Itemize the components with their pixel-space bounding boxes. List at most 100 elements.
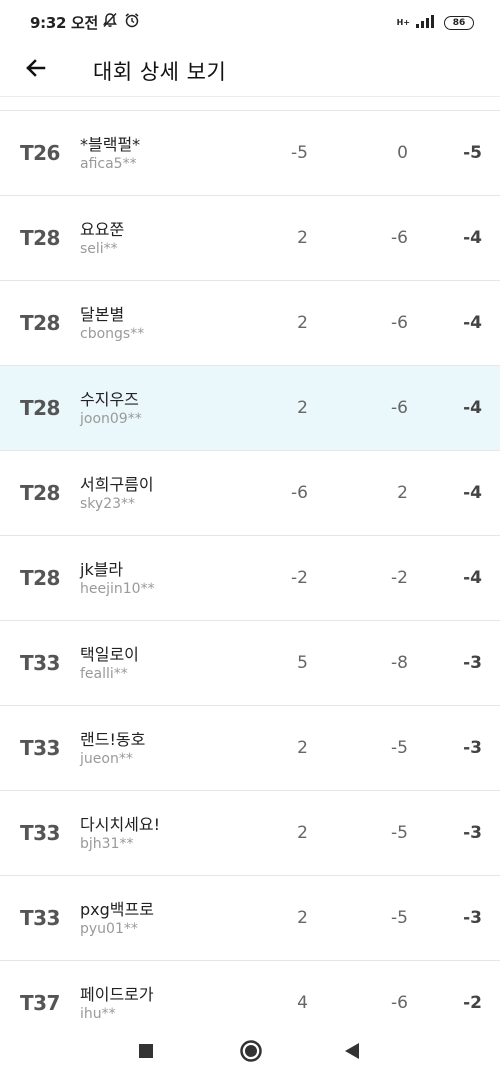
round1-score: 5 — [297, 653, 308, 673]
round1-score: 2 — [297, 738, 308, 758]
table-row[interactable]: T37 페이드로가 ihu** 4 -6 -2 — [0, 961, 500, 1023]
round2-score: 2 — [397, 483, 408, 503]
round2-score: -6 — [391, 993, 408, 1013]
round2-score: 0 — [397, 143, 408, 163]
table-row[interactable]: T28 달본별 cbongs** 2 -6 -4 — [0, 281, 500, 366]
status-right: H+ 86 — [397, 13, 474, 32]
user-id: fealli** — [80, 666, 128, 682]
triangle-back-icon — [343, 1042, 361, 1064]
total-score: -4 — [463, 228, 482, 248]
rank-label: T26 — [20, 141, 60, 165]
total-score: -5 — [463, 143, 482, 163]
nickname: 서희구름이 — [80, 475, 154, 494]
app-bar: 대회 상세 보기 — [0, 44, 500, 96]
round1-score: 2 — [297, 398, 308, 418]
round1-score: 2 — [297, 908, 308, 928]
round2-score: -2 — [391, 568, 408, 588]
leaderboard-rows: T26 *블랙펄* afica5** -5 0 -5 T28 요요쭌 seli** 2 -6 -4 T2… — [0, 111, 500, 1023]
total-score: -3 — [463, 653, 482, 673]
status-time: 9:32 오전 — [30, 14, 99, 32]
round1-score: 2 — [297, 313, 308, 333]
user-id: afica5** — [80, 156, 137, 172]
user-id: pyu01** — [80, 921, 138, 937]
rank-label: T28 — [20, 311, 60, 335]
round1-score: -2 — [291, 568, 308, 588]
table-row-highlighted[interactable]: T28 수지우즈 joon09** 2 -6 -4 — [0, 366, 500, 451]
table-row[interactable]: T28 jk블라 heejin10** -2 -2 -4 — [0, 536, 500, 621]
square-icon — [138, 1043, 154, 1063]
user-id: heejin10** — [80, 581, 155, 597]
leaderboard-list[interactable]: T26 *블랙펄* afica5** -5 0 -5 T28 요요쭌 seli** 2 -6 -4 T2… — [0, 96, 500, 1023]
total-score: -4 — [463, 568, 482, 588]
table-row[interactable]: T33 랜드!동호 jueon** 2 -5 -3 — [0, 706, 500, 791]
round2-score: -5 — [391, 908, 408, 928]
system-nav-bar — [0, 1023, 500, 1083]
nickname: 요요쭌 — [80, 220, 125, 239]
total-score: -3 — [463, 738, 482, 758]
status-bar: 9:32 오전 H+ 86 — [0, 0, 500, 44]
round2-score: -6 — [391, 228, 408, 248]
round2-score: -6 — [391, 313, 408, 333]
user-id: joon09** — [80, 411, 142, 427]
rank-label: T33 — [20, 821, 60, 845]
network-type: H+ — [396, 17, 410, 27]
round1-score: 2 — [297, 823, 308, 843]
nickname: 택일로이 — [80, 645, 139, 664]
home-button[interactable] — [239, 1039, 263, 1067]
rank-label: T33 — [20, 906, 60, 930]
nickname: *블랙펄* — [80, 135, 141, 154]
table-row[interactable]: T33 택일로이 fealli** 5 -8 -3 — [0, 621, 500, 706]
round1-score: -5 — [291, 143, 308, 163]
round2-score: -5 — [391, 823, 408, 843]
nickname: 달본별 — [80, 305, 125, 324]
round2-score: -6 — [391, 398, 408, 418]
total-score: -3 — [463, 823, 482, 843]
table-row[interactable]: T26 *블랙펄* afica5** -5 0 -5 — [0, 111, 500, 196]
nickname: 랜드!동호 — [80, 730, 146, 749]
alarm-clock-icon — [124, 12, 140, 32]
round1-score: 4 — [297, 993, 308, 1013]
nickname: 페이드로가 — [80, 985, 154, 1004]
nickname: 수지우즈 — [80, 390, 139, 409]
user-id: bjh31** — [80, 836, 134, 852]
total-score: -3 — [463, 908, 482, 928]
rank-label: T37 — [20, 991, 60, 1015]
list-item-partial — [0, 96, 500, 111]
arrow-left-icon — [24, 56, 48, 84]
round2-score: -5 — [391, 738, 408, 758]
total-score: -4 — [463, 398, 482, 418]
table-row[interactable]: T28 서희구름이 sky23** -6 2 -4 — [0, 451, 500, 536]
rank-label: T28 — [20, 566, 60, 590]
user-id: ihu** — [80, 1006, 116, 1022]
signal-icon — [416, 13, 438, 32]
nickname: 다시치세요! — [80, 815, 161, 834]
back-button[interactable] — [20, 54, 52, 86]
round1-score: -6 — [291, 483, 308, 503]
notifications-off-icon — [102, 12, 118, 32]
table-row[interactable]: T33 pxg백프로 pyu01** 2 -5 -3 — [0, 876, 500, 961]
total-score: -4 — [463, 313, 482, 333]
nickname: pxg백프로 — [80, 900, 154, 919]
round1-score: 2 — [297, 228, 308, 248]
user-id: seli** — [80, 241, 118, 257]
total-score: -4 — [463, 483, 482, 503]
total-score: -2 — [463, 993, 482, 1013]
circle-icon — [239, 1039, 263, 1067]
user-id: sky23** — [80, 496, 136, 512]
rank-label: T28 — [20, 481, 60, 505]
rank-label: T33 — [20, 651, 60, 675]
rank-label: T28 — [20, 396, 60, 420]
user-id: jueon** — [80, 751, 133, 767]
battery-icon: 86 — [444, 15, 474, 30]
nickname: jk블라 — [80, 560, 124, 579]
recents-button[interactable] — [134, 1041, 158, 1065]
round2-score: -8 — [391, 653, 408, 673]
table-row[interactable]: T33 다시치세요! bjh31** 2 -5 -3 — [0, 791, 500, 876]
user-id: cbongs** — [80, 326, 145, 342]
rank-label: T33 — [20, 736, 60, 760]
status-icons — [102, 12, 140, 32]
page-title: 대회 상세 보기 — [93, 60, 227, 84]
rank-label: T28 — [20, 226, 60, 250]
table-row[interactable]: T28 요요쭌 seli** 2 -6 -4 — [0, 196, 500, 281]
back-nav-button[interactable] — [340, 1041, 364, 1065]
